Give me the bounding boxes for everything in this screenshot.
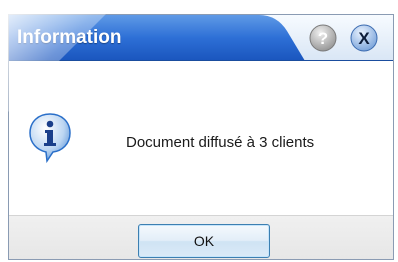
- info-icon: [29, 113, 71, 163]
- help-glyph: ?: [318, 29, 328, 48]
- help-icon: ?: [309, 24, 337, 52]
- close-glyph: X: [358, 29, 370, 48]
- button-bar: OK: [9, 215, 393, 259]
- help-button[interactable]: ?: [309, 24, 337, 52]
- close-button[interactable]: X: [350, 24, 378, 52]
- close-icon: X: [350, 24, 378, 52]
- ok-button[interactable]: OK: [138, 224, 270, 258]
- information-dialog: Information ? X Document diffusé à 3 cli…: [8, 14, 394, 260]
- dialog-title: Information: [17, 27, 122, 48]
- dialog-message: Document diffusé à 3 clients: [126, 134, 315, 151]
- dialog-body: Document diffusé à 3 clients: [9, 61, 393, 215]
- title-bar[interactable]: Information ? X: [9, 15, 393, 61]
